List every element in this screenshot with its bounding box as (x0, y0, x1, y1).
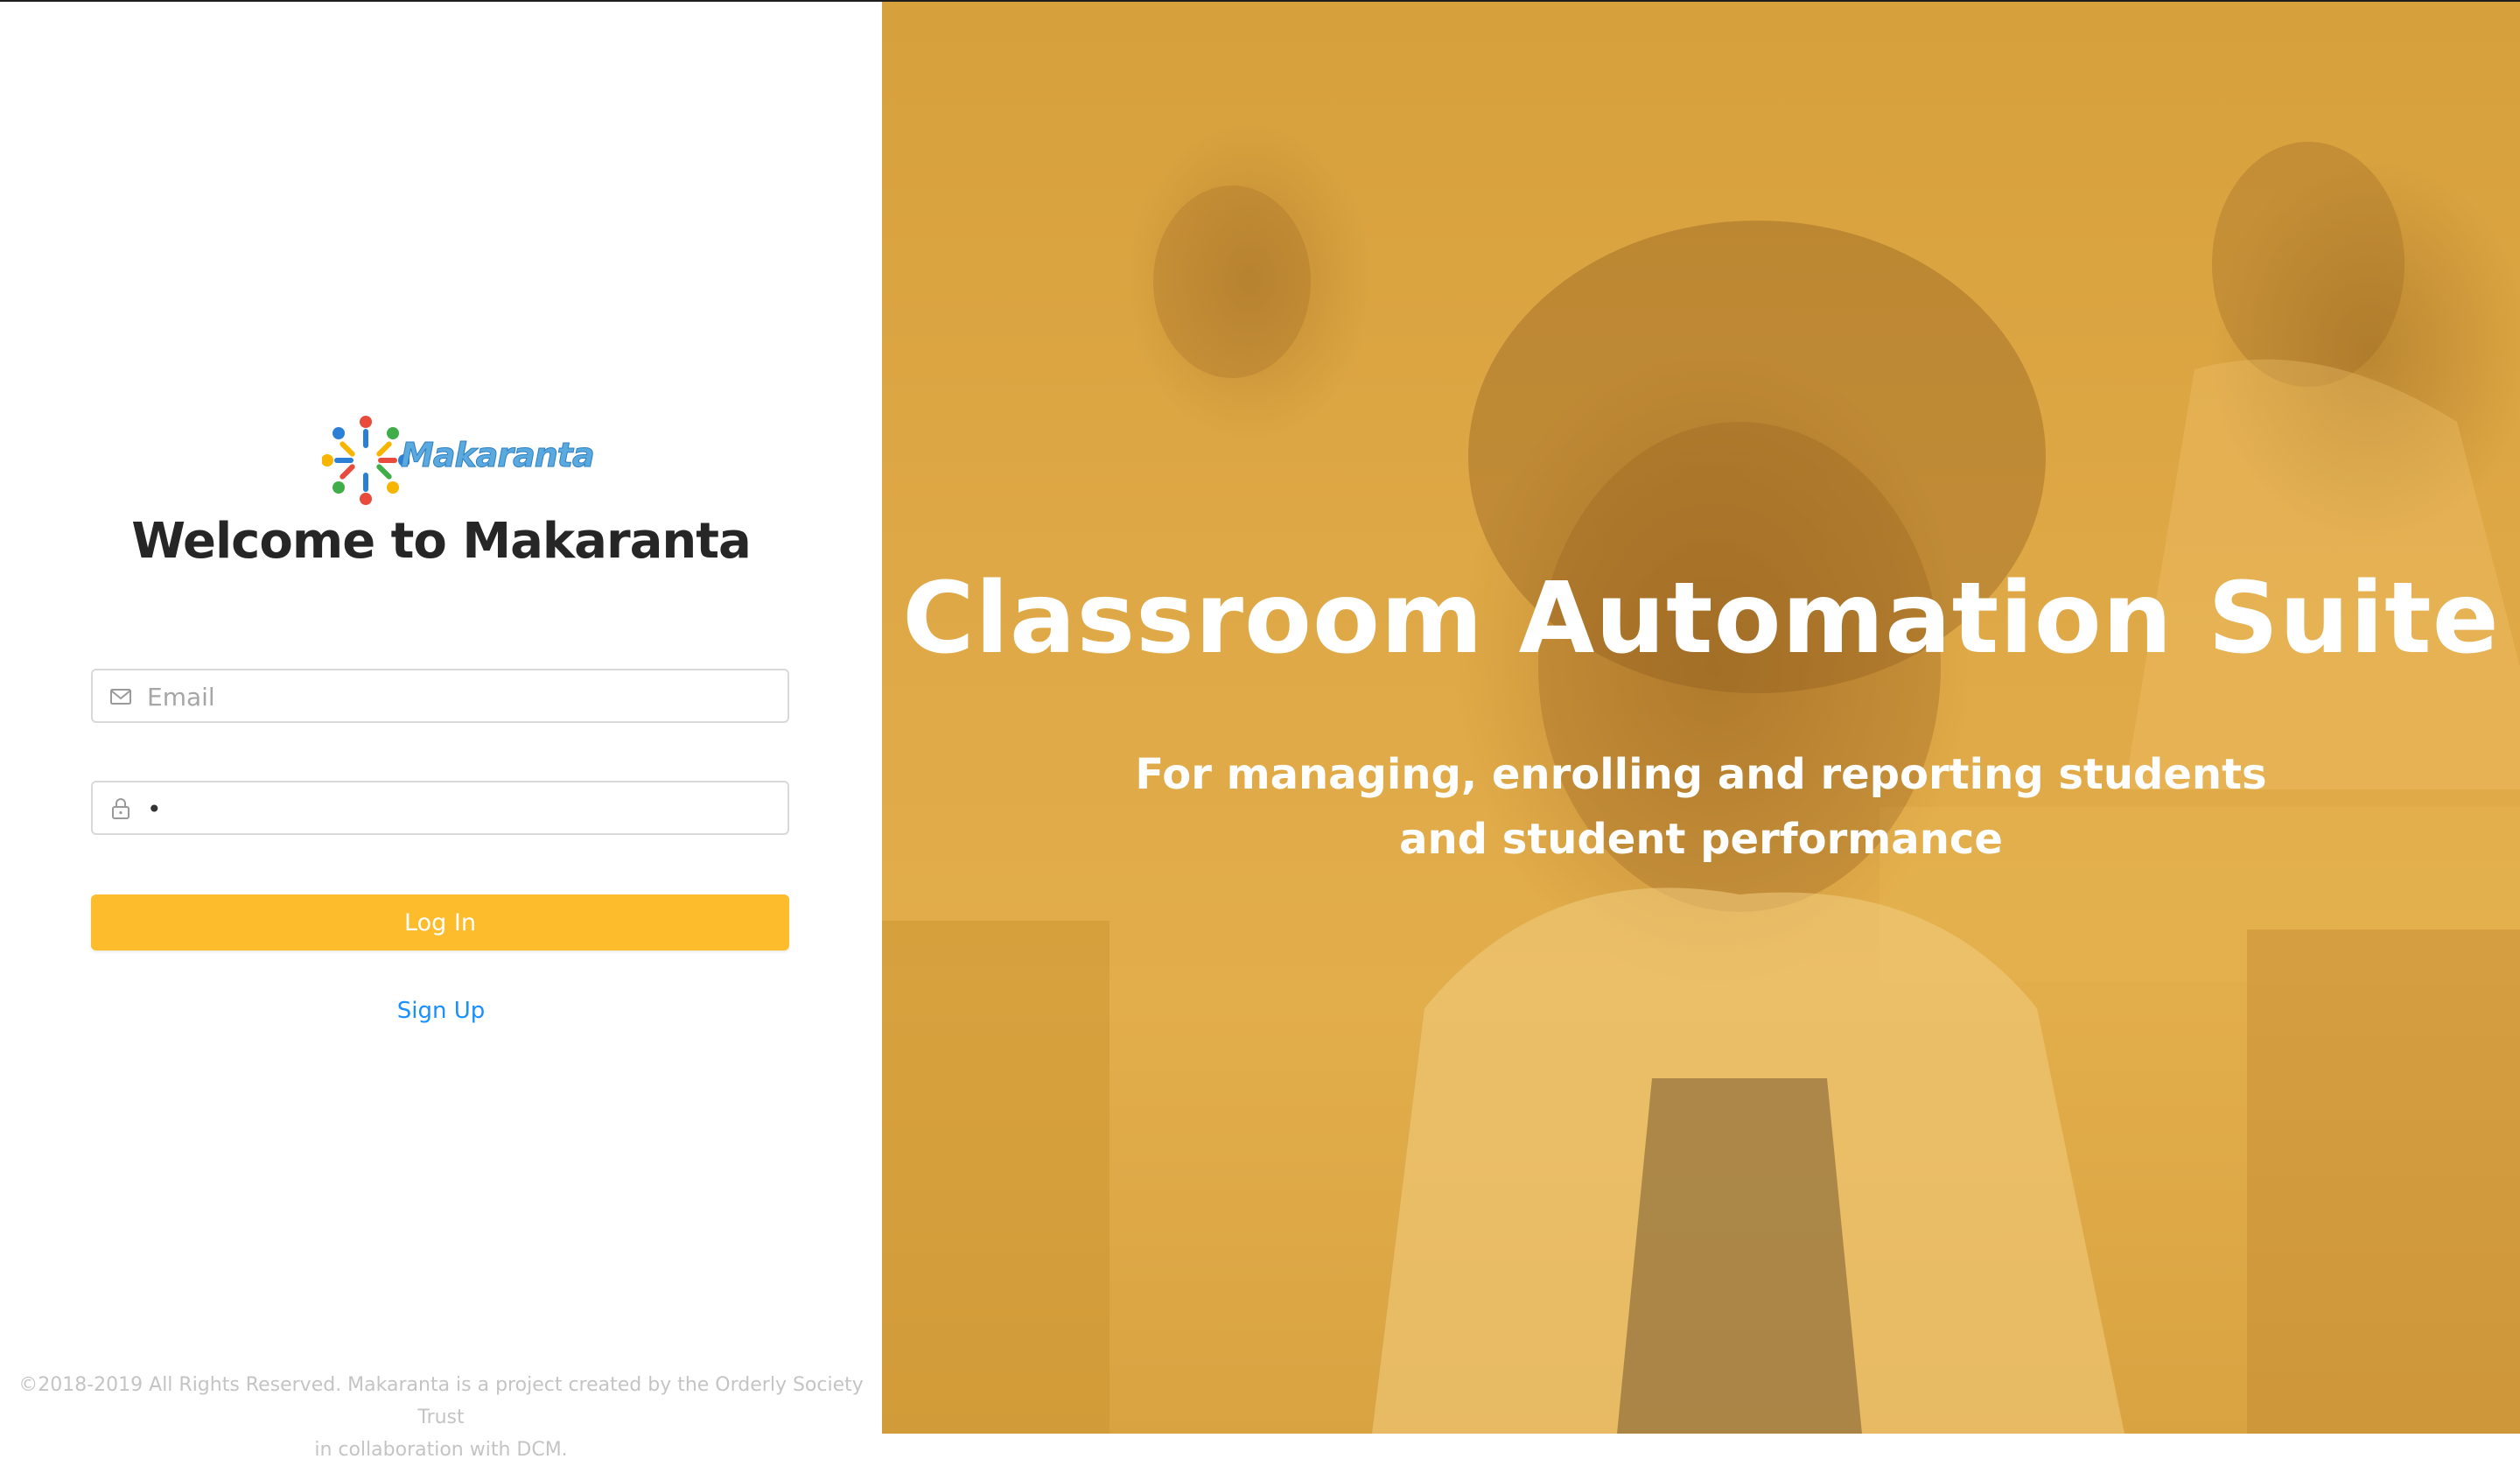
classroom-photo (882, 142, 2520, 1434)
lock-icon (112, 798, 130, 819)
logo-wordmark: Makaranta (401, 436, 596, 475)
password-input[interactable] (145, 782, 779, 835)
page-title: Welcome to Makaranta (131, 513, 752, 570)
hero-image-panel: Classroom Automation Suite For managing,… (882, 2, 2520, 1434)
footer-line-2: in collaboration with DCM. (314, 1439, 568, 1461)
signup-link[interactable]: Sign Up (0, 998, 882, 1024)
email-field[interactable] (91, 669, 789, 723)
hero-subtitle: For managing, enrolling and reporting st… (882, 742, 2520, 872)
footer-line-1: ©2018-2019 All Rights Reserved. Makarant… (18, 1374, 864, 1428)
password-field[interactable] (91, 781, 789, 835)
copyright-footer: ©2018-2019 All Rights Reserved. Makarant… (0, 1369, 882, 1466)
email-input[interactable] (145, 670, 779, 723)
hero-title: Classroom Automation Suite (902, 562, 2500, 676)
mail-icon (110, 689, 131, 705)
hero-subtitle-line-2: and student performance (1399, 815, 2003, 864)
makaranta-logo: Makaranta (321, 410, 595, 511)
logo-figures-icon (321, 416, 410, 505)
login-button[interactable]: Log In (91, 894, 789, 950)
hero-subtitle-line-1: For managing, enrolling and reporting st… (1135, 750, 2267, 799)
login-panel: Makaranta Welcome to Makaranta Log In Si… (0, 2, 882, 1461)
